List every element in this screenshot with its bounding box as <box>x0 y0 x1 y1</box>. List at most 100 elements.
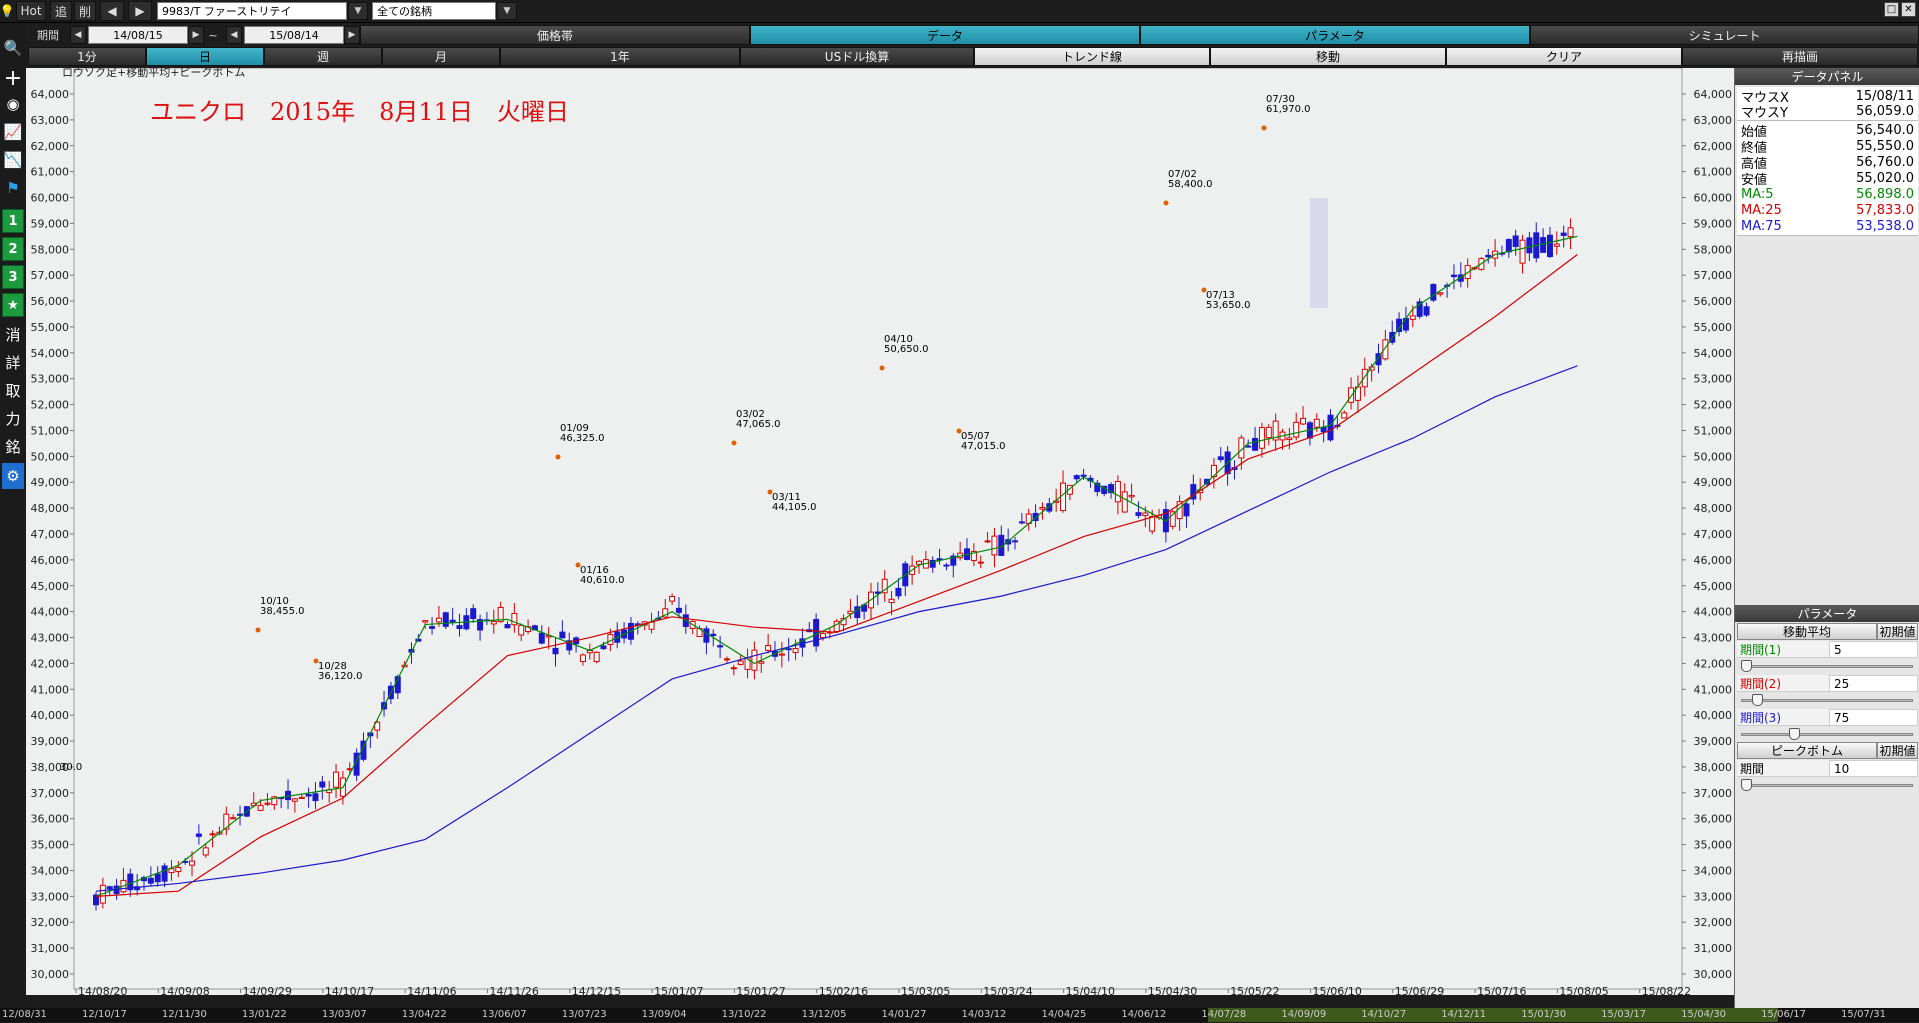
gear-icon[interactable]: ⚙ <box>2 463 24 489</box>
pb-period-field[interactable]: 10 <box>1829 760 1918 777</box>
pb-reset-button[interactable]: 初期値 <box>1877 742 1918 759</box>
bottom-date-label: 13/03/07 <box>321 1009 367 1020</box>
power-kanji-button[interactable]: 力 <box>1 405 25 431</box>
pb-period-thumb[interactable] <box>1741 779 1752 791</box>
candle-body <box>1265 426 1272 439</box>
clear-kanji-button[interactable]: 消 <box>1 321 25 347</box>
top-tabs: 価格帯 データ パラメータ シミュレート <box>360 25 1919 45</box>
detail-kanji-button[interactable]: 詳 <box>1 349 25 375</box>
candle-body <box>1546 234 1553 258</box>
redraw-button[interactable]: 再描画 <box>1682 47 1918 66</box>
brand-kanji-button[interactable]: 銘 <box>1 433 25 459</box>
candle-body <box>1553 243 1560 247</box>
tab-parameter[interactable]: パラメータ <box>1140 25 1530 45</box>
ma-period-2-thumb[interactable] <box>1752 694 1764 706</box>
price-tick-left: 61,000 <box>31 166 70 179</box>
close-icon[interactable]: ✕ <box>1901 2 1916 17</box>
line-chart-icon[interactable]: 📈 <box>1 119 25 145</box>
candle-body <box>257 804 264 811</box>
delete-button[interactable]: 削 <box>74 1 96 21</box>
ma-period-3-thumb[interactable] <box>1789 728 1800 740</box>
add-button[interactable]: 追 <box>50 1 72 21</box>
ma-period-1-thumb[interactable] <box>1741 660 1752 672</box>
date-tick: 15/08/22 <box>1642 985 1691 995</box>
star-icon[interactable]: ★ <box>2 293 24 317</box>
ma-period-1-field[interactable]: 5 <box>1829 641 1918 658</box>
bottom-date-label: 14/07/28 <box>1201 1009 1247 1020</box>
bulb-icon[interactable]: 💡 <box>0 1 14 21</box>
pb-period-label: 期間 <box>1737 760 1829 777</box>
date-tick: 14/09/29 <box>243 985 292 995</box>
date-tick: 14/12/15 <box>572 985 621 995</box>
chart-area[interactable]: 30,000 30,000 31,000 31,000 32,000 32,000 33,0… <box>26 68 1734 995</box>
flag-icon[interactable]: ⚑ <box>1 175 25 201</box>
chart-background <box>26 68 1734 995</box>
period-end-field[interactable]: 15/08/14 <box>244 26 344 44</box>
crosshair-icon[interactable]: + <box>1 65 25 91</box>
preset-3-button[interactable]: 3 <box>2 265 24 289</box>
symbol-dropdown-icon[interactable]: ▼ <box>348 2 368 20</box>
move-button[interactable]: 移動 <box>1210 47 1446 66</box>
price-tick-right: 34,000 <box>1694 864 1733 877</box>
candlestick-chart[interactable]: 30,000 30,000 31,000 31,000 32,000 32,000 33,0… <box>26 68 1734 995</box>
trendline-button[interactable]: トレンド線 <box>974 47 1210 66</box>
tab-simulate[interactable]: シミュレート <box>1530 25 1919 45</box>
price-tick-left: 56,000 <box>31 295 70 308</box>
camera-icon[interactable]: ◉ <box>1 91 25 117</box>
interval-week-button[interactable]: 週 <box>264 47 382 66</box>
candle-body <box>1430 284 1437 301</box>
universe-dropdown-icon[interactable]: ▼ <box>497 2 517 20</box>
tab-data[interactable]: データ <box>750 25 1140 45</box>
price-tick-left: 35,000 <box>31 839 70 852</box>
price-tick-left: 50,000 <box>31 450 70 463</box>
universe-select[interactable]: 全ての銘柄 <box>372 2 496 20</box>
date-tick: 15/07/16 <box>1477 985 1526 995</box>
peak-marker <box>1163 200 1169 206</box>
bottom-date-navigator[interactable]: 12/08/31 12/10/17 12/11/30 13/01/22 13/03/07… <box>0 1008 1919 1022</box>
preset-1-button[interactable]: 1 <box>2 209 24 233</box>
candle-body <box>1039 507 1046 510</box>
candle-body <box>470 608 477 620</box>
date-tick: 15/04/10 <box>1066 985 1115 995</box>
period-end-prev-icon[interactable]: ◀ <box>226 26 242 44</box>
candle-body <box>189 860 196 866</box>
period-start-prev-icon[interactable]: ◀ <box>70 26 86 44</box>
bottom-date-label: 14/04/25 <box>1041 1009 1087 1020</box>
ma-period-2-field[interactable]: 25 <box>1829 675 1918 692</box>
line-chart-alt-icon[interactable]: 📉 <box>1 147 25 173</box>
data-panel-row-label: MA:5 <box>1741 186 1774 202</box>
ma-period-3-slider[interactable] <box>1741 728 1913 740</box>
date-tick: 15/06/29 <box>1395 985 1444 995</box>
price-tick-right: 51,000 <box>1694 424 1733 437</box>
period-start-next-icon[interactable]: ▶ <box>188 26 204 44</box>
price-tick-right: 45,000 <box>1694 580 1733 593</box>
symbol-select[interactable]: 9983/T ファーストリテイ <box>157 2 347 20</box>
usd-convert-button[interactable]: USドル換算 <box>740 47 974 66</box>
search-icon[interactable]: 🔍 <box>1 35 25 61</box>
period-start-field[interactable]: 14/08/15 <box>88 26 188 44</box>
interval-month-button[interactable]: 月 <box>382 47 500 66</box>
hot-button[interactable]: Hot <box>16 1 46 21</box>
candle-body <box>305 794 312 797</box>
ma-period-2-slider[interactable] <box>1741 694 1913 706</box>
tab-price-band[interactable]: 価格帯 <box>360 25 750 45</box>
trade-kanji-button[interactable]: 取 <box>1 377 25 403</box>
interval-year-button[interactable]: 1年 <box>500 47 740 66</box>
ma-period-1-slider[interactable] <box>1741 660 1913 672</box>
period-end-next-icon[interactable]: ▶ <box>344 26 360 44</box>
ma-period-3-field[interactable]: 75 <box>1829 709 1918 726</box>
pb-period-slider[interactable] <box>1741 779 1913 791</box>
candle-body <box>888 598 895 604</box>
price-tick-right: 42,000 <box>1694 657 1733 670</box>
ma-reset-button[interactable]: 初期値 <box>1877 623 1918 640</box>
preset-2-button[interactable]: 2 <box>2 237 24 261</box>
interval-1min-button[interactable]: 1分 <box>28 47 146 66</box>
interval-day-button[interactable]: 日 <box>146 47 264 66</box>
clear-button[interactable]: クリア <box>1446 47 1682 66</box>
minimize-icon[interactable]: □ <box>1884 2 1899 17</box>
candle-body <box>429 626 436 629</box>
prev-arrow-icon[interactable]: ◀ <box>100 1 124 21</box>
candle-body <box>813 618 820 647</box>
candle-body <box>1073 475 1080 480</box>
next-arrow-icon[interactable]: ▶ <box>128 1 152 21</box>
